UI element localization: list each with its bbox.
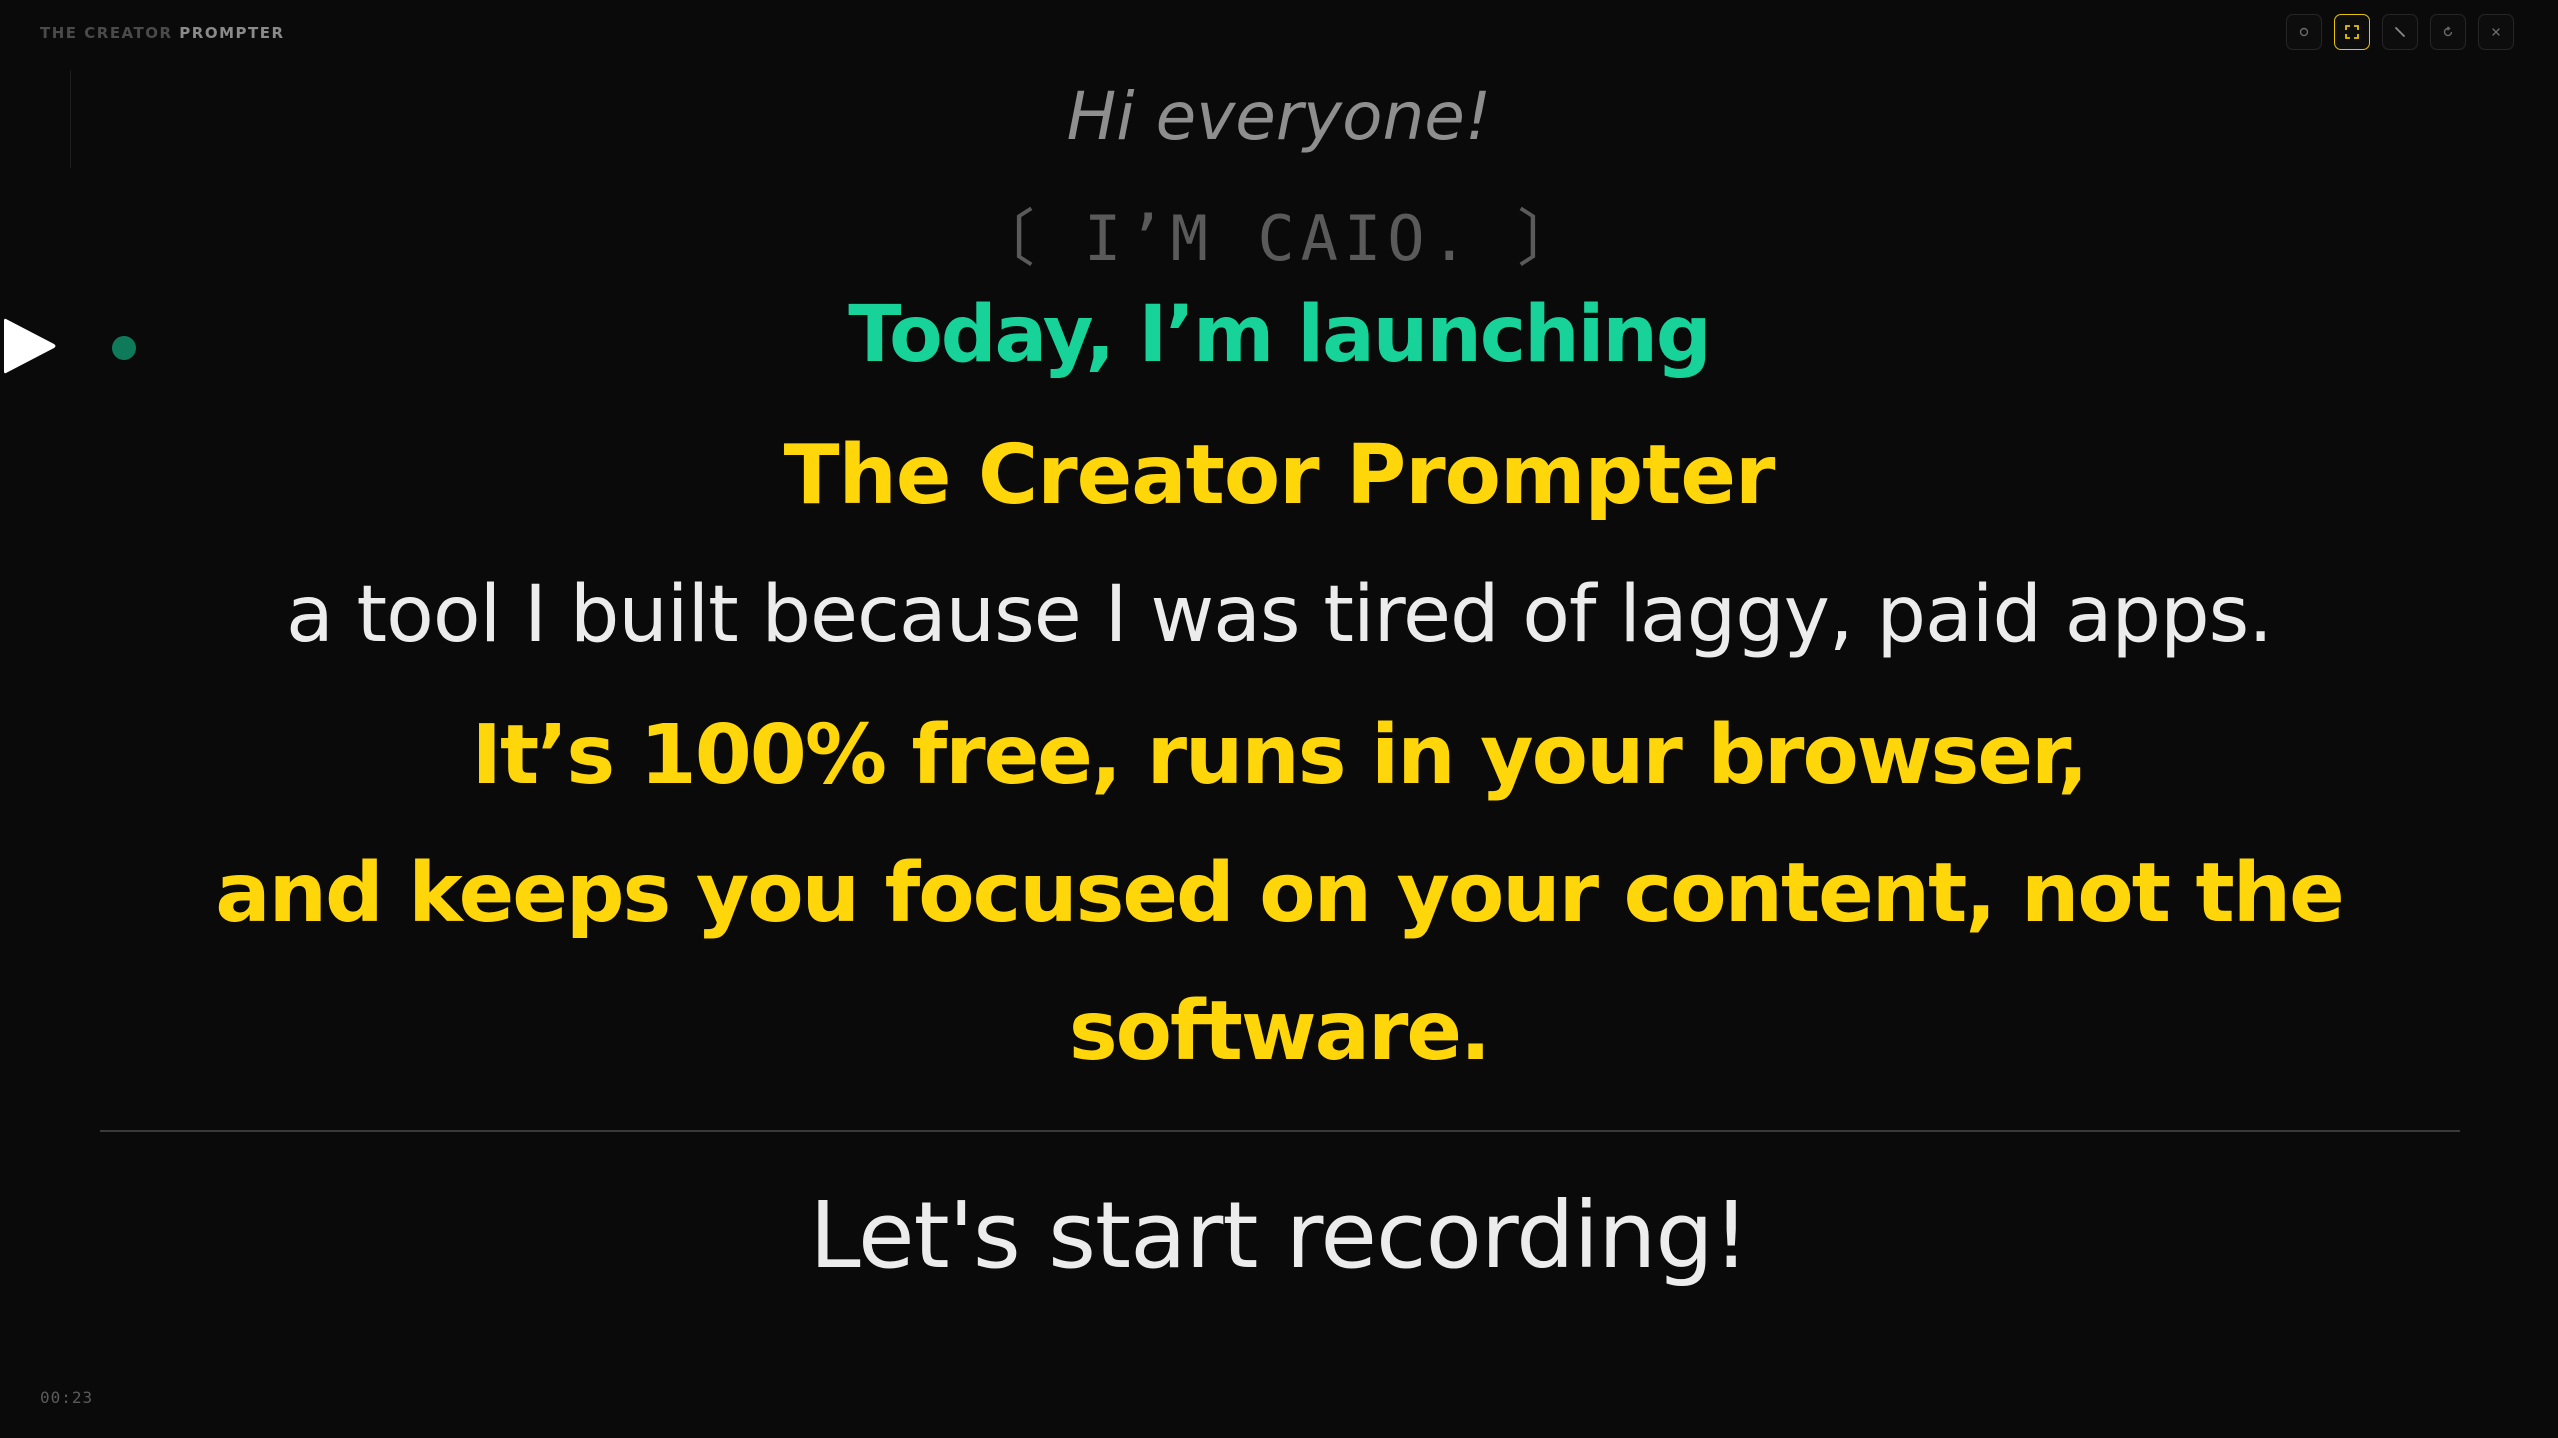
script-line-intro: 〔 I’M CAIO. 〕 bbox=[972, 202, 1586, 275]
script-line-free: It’s 100% free, runs in your browser, bbox=[471, 708, 2088, 803]
reset-button[interactable] bbox=[2430, 14, 2466, 50]
slash-icon bbox=[2395, 27, 2405, 37]
script-line-software: software. bbox=[1068, 984, 1491, 1079]
circle-icon bbox=[2299, 27, 2309, 37]
elapsed-timer: 00:23 bbox=[40, 1388, 94, 1407]
script-line-focus: and keeps you focused on your content, n… bbox=[215, 846, 2344, 941]
reset-icon bbox=[2443, 26, 2453, 37]
circle-button[interactable] bbox=[2286, 14, 2322, 50]
script-divider bbox=[100, 1130, 2460, 1132]
close-icon bbox=[2492, 28, 2500, 36]
brand-prefix: THE CREATOR bbox=[40, 24, 173, 42]
mirror-button[interactable] bbox=[2382, 14, 2418, 50]
focus-mode-button[interactable] bbox=[2334, 14, 2370, 50]
app-brand: THE CREATOR PROMPTER bbox=[40, 24, 285, 42]
script-line-tool: a tool I built because I was tired of la… bbox=[285, 570, 2273, 660]
script-line-greeting: Hi everyone! bbox=[1066, 78, 1492, 155]
script-line-launch: Today, I’m launching bbox=[848, 290, 1711, 380]
script-line-record: Let's start recording! bbox=[809, 1182, 1749, 1289]
brand-suffix: PROMPTER bbox=[179, 24, 285, 42]
script-line-product: The Creator Prompter bbox=[783, 428, 1776, 523]
focus-frame-icon bbox=[2345, 25, 2359, 39]
window-controls bbox=[2286, 14, 2514, 50]
close-button[interactable] bbox=[2478, 14, 2514, 50]
